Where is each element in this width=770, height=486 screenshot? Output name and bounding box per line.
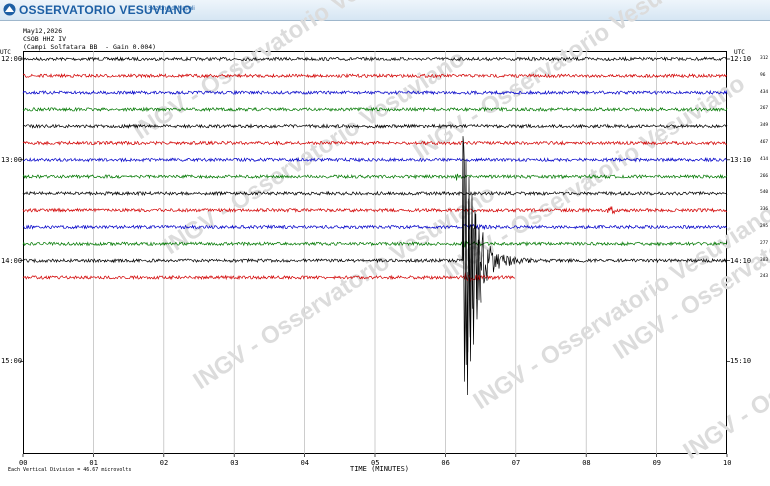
time-label-left: 13:00 xyxy=(1,155,23,164)
x-axis-tick-label: 08 xyxy=(582,459,591,467)
trace-scale-value: 266 xyxy=(760,173,769,179)
time-label-right: 15:10 xyxy=(730,357,752,366)
x-axis-tick-label: 07 xyxy=(511,459,521,467)
trace-scale-value: 277 xyxy=(760,240,769,246)
trace-scale-value: 243 xyxy=(760,274,769,280)
vertical-division-note: Each Vertical Division = 46.67 microvolt… xyxy=(8,467,132,473)
time-label-left: 12:00 xyxy=(1,55,23,63)
seismogram-canvas: INGV - Osservatorio VesuvianoINGV - Osse… xyxy=(20,0,770,465)
x-axis-tick-label: 03 xyxy=(230,459,239,467)
trace-scale-value: 267 xyxy=(760,106,769,112)
x-axis-tick-label: 04 xyxy=(300,459,310,467)
x-axis-tick-label: 02 xyxy=(159,459,169,467)
x-axis-tick-label: 01 xyxy=(89,459,98,467)
time-label-right: 12:10 xyxy=(730,55,752,63)
x-axis-tick-label: 06 xyxy=(441,459,450,467)
trace-scale-value: 414 xyxy=(760,156,769,162)
trace-scale-value: 312 xyxy=(760,56,769,61)
trace-scale-value: 467 xyxy=(760,140,769,145)
trace-scale-value: 349 xyxy=(760,123,769,129)
x-axis-tick-label: 10 xyxy=(723,459,732,467)
x-axis-tick-label: 09 xyxy=(652,459,662,467)
time-label-right: 13:10 xyxy=(730,155,752,164)
trace-scale-value: 96 xyxy=(760,72,766,78)
time-label-left: 14:00 xyxy=(1,256,23,265)
time-label-right: 14:10 xyxy=(730,256,752,265)
trace-line xyxy=(22,272,516,283)
trace-scale-value: 434 xyxy=(760,89,769,95)
x-axis-label: TIME (MINUTES) xyxy=(350,465,410,473)
trace-scale-value: 336 xyxy=(760,207,769,213)
watermark-text: INGV - Osservatorio Vesuviano xyxy=(129,0,440,145)
x-axis-tick-label: 00 xyxy=(19,459,28,467)
trace-scale-value: 383 xyxy=(760,257,769,263)
time-label-left: 15:00 xyxy=(1,357,23,366)
trace-scale-value: 295 xyxy=(760,224,769,229)
trace-scale-value: 540 xyxy=(760,190,769,196)
